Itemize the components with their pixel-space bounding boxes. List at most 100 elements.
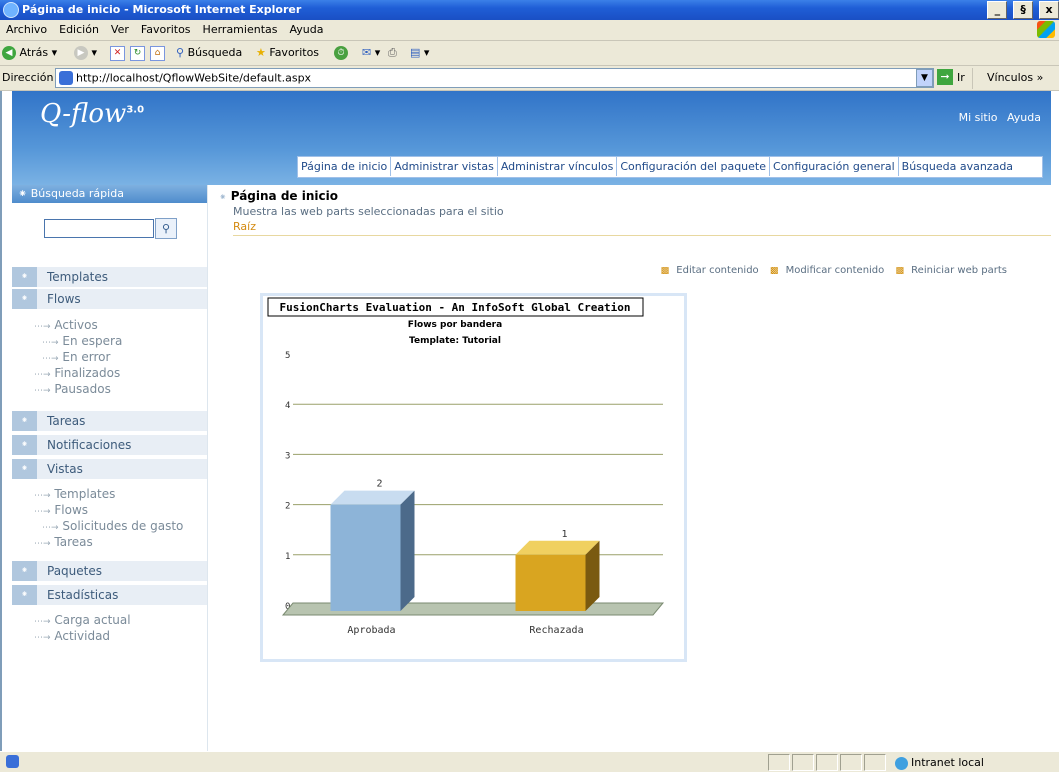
nav-busqueda-avanzada[interactable]: Búsqueda avanzada	[899, 157, 1016, 176]
sidebar-section-tareas[interactable]: ⁕ Tareas	[12, 411, 207, 432]
status-panel	[792, 754, 814, 771]
search-button[interactable]: ⚲ Búsqueda	[176, 44, 242, 62]
menu-ver[interactable]: Ver	[105, 20, 135, 39]
y-tick-label: 1	[285, 552, 290, 562]
stop-button[interactable]: ✕	[110, 44, 125, 62]
address-bar: Dirección http://localhost/QflowWebSite/…	[0, 66, 1059, 91]
address-dropdown-icon[interactable]: ▼	[916, 69, 933, 87]
sidebar-item-pausados[interactable]: ⋯→ Pausados	[34, 382, 111, 396]
sidebar-section-flows[interactable]: ⁕ Flows	[12, 289, 207, 310]
sidebar-section-templates[interactable]: ⁕ Templates	[12, 267, 207, 288]
nav-configuracion-general[interactable]: Configuración general	[770, 157, 899, 176]
sidebar-item-solicitudes-de-gasto[interactable]: ⋯→ Solicitudes de gasto	[42, 519, 183, 533]
chart-title: Flows por bandera	[408, 320, 502, 330]
bar-aprobada[interactable]	[330, 490, 415, 611]
sidebar-item-en-espera[interactable]: ⋯→ En espera	[42, 334, 122, 348]
links-label: Vínculos	[987, 71, 1034, 84]
links-button[interactable]: Vínculos »	[972, 68, 1043, 89]
mail-button[interactable]: ✉ ▾	[362, 44, 380, 62]
y-tick-label: 5	[285, 351, 290, 361]
y-tick-label: 2	[285, 502, 290, 512]
menu-herramientas[interactable]: Herramientas	[197, 20, 284, 39]
go-arrow-icon[interactable]: ➞	[937, 69, 953, 85]
chart-webpart: FusionCharts Evaluation - An InfoSoft Gl…	[260, 293, 687, 662]
section-label: Vistas	[47, 462, 83, 476]
breadcrumb: Raíz	[233, 220, 1051, 236]
status-panel	[840, 754, 862, 771]
search-label: Búsqueda	[187, 46, 243, 59]
sidebar-section-vistas[interactable]: ⁕ Vistas	[12, 459, 207, 480]
close-button[interactable]: x	[1039, 1, 1059, 19]
quick-search-button[interactable]: ⚲	[155, 218, 177, 239]
mail-icon: ✉	[362, 46, 372, 59]
sidebar-section-estadisticas[interactable]: ⁕ Estadísticas	[12, 585, 207, 606]
address-input[interactable]: http://localhost/QflowWebSite/default.as…	[55, 68, 934, 88]
home-button[interactable]: ⌂	[150, 44, 165, 62]
quick-search-input[interactable]	[44, 219, 154, 238]
print-button[interactable]: ⎙	[388, 44, 397, 62]
nav-pagina-de-inicio[interactable]: Página de inicio	[298, 157, 392, 176]
top-links: Mi sitio Ayuda	[953, 111, 1041, 124]
ayuda-link[interactable]: Ayuda	[1007, 111, 1041, 124]
y-tick-label: 4	[285, 401, 290, 411]
menu-ayuda[interactable]: Ayuda	[283, 20, 329, 39]
menu-edicion[interactable]: Edición	[53, 20, 105, 39]
section-label: Notificaciones	[47, 438, 132, 452]
section-bullet-icon: ⁕	[12, 459, 37, 479]
sidebar-item-vistas-flows[interactable]: ⋯→ Flows	[34, 503, 88, 517]
back-label: Atrás	[19, 46, 49, 59]
forward-button[interactable]: ▶ ▾	[74, 44, 97, 62]
status-panel	[768, 754, 790, 771]
bar-value-label: 2	[376, 479, 382, 490]
menu-favoritos[interactable]: Favoritos	[135, 20, 197, 39]
sidebar-item-en-error[interactable]: ⋯→ En error	[42, 350, 110, 364]
status-bar: Intranet local	[0, 751, 1059, 772]
nav-administrar-vistas[interactable]: Administrar vistas	[391, 157, 498, 176]
refresh-icon: ↻	[130, 45, 145, 61]
sidebar-item-vistas-templates[interactable]: ⋯→ Templates	[34, 487, 115, 501]
sidebar-item-vistas-tareas[interactable]: ⋯→ Tareas	[34, 535, 93, 549]
sidebar-item-actividad[interactable]: ⋯→ Actividad	[34, 629, 110, 643]
status-panel	[864, 754, 886, 771]
mi-sitio-link[interactable]: Mi sitio	[959, 111, 998, 124]
sidebar-item-carga-actual[interactable]: ⋯→ Carga actual	[34, 613, 131, 627]
menu-bar: Archivo Edición Ver Favoritos Herramientas Ay…	[0, 20, 1059, 41]
bar-value-label: 1	[561, 529, 567, 540]
favorites-button[interactable]: ★ Favoritos	[256, 44, 319, 62]
address-label: Dirección	[2, 71, 54, 84]
minimize-button[interactable]: _	[987, 1, 1008, 19]
magnifier-icon: ⚲	[161, 222, 171, 235]
sidebar-item-activos[interactable]: ⋯→ Activos	[34, 318, 98, 332]
windows-logo-icon	[1037, 21, 1055, 38]
modificar-contenido-link[interactable]: ▩ Modificar contenido	[766, 265, 884, 276]
breadcrumb-raiz[interactable]: Raíz	[233, 220, 256, 233]
refresh-button[interactable]: ↻	[130, 44, 145, 62]
history-button[interactable]: ⏱	[334, 44, 348, 62]
reiniciar-web-parts-link[interactable]: ▩ Reiniciar web parts	[891, 265, 1007, 276]
x-category-label: Rechazada	[529, 625, 583, 636]
print-icon: ⎙	[388, 46, 397, 59]
menu-archivo[interactable]: Archivo	[0, 20, 53, 39]
editar-contenido-link[interactable]: ▩ Editar contenido	[657, 265, 759, 276]
webpart-actions: ▩ Editar contenido ▩ Modificar contenido…	[653, 265, 1007, 276]
nav-administrar-vinculos[interactable]: Administrar vínculos	[498, 157, 618, 176]
nav-configuracion-paquete[interactable]: Configuración del paquete	[617, 157, 771, 176]
bullet-icon: ⁕	[219, 193, 227, 203]
sidebar-section-paquetes[interactable]: ⁕ Paquetes	[12, 561, 207, 582]
section-label: Templates	[47, 270, 109, 284]
section-label: Tareas	[47, 414, 86, 428]
maximize-button[interactable]: §	[1013, 1, 1034, 19]
sidebar-section-notificaciones[interactable]: ⁕ Notificaciones	[12, 435, 207, 456]
edit-button[interactable]: ▤ ▾	[410, 44, 429, 62]
go-label[interactable]: Ir	[957, 71, 965, 84]
back-button[interactable]: ◀ Atrás ▾	[2, 44, 57, 62]
quick-search-header: ⁕ Búsqueda rápida	[12, 185, 207, 203]
logo-version: 3.0	[126, 104, 145, 116]
section-bullet-icon: ⁕	[12, 411, 37, 431]
browser-viewport: Q-flow3.0 Mi sitio Ayuda Página de inici…	[0, 91, 1059, 751]
modify-icon: ▩	[769, 266, 779, 276]
history-icon: ⏱	[334, 46, 348, 60]
bar-rechazada[interactable]	[515, 540, 600, 611]
sidebar-item-finalizados[interactable]: ⋯→ Finalizados	[34, 366, 120, 380]
section-bullet-icon: ⁕	[12, 289, 37, 309]
